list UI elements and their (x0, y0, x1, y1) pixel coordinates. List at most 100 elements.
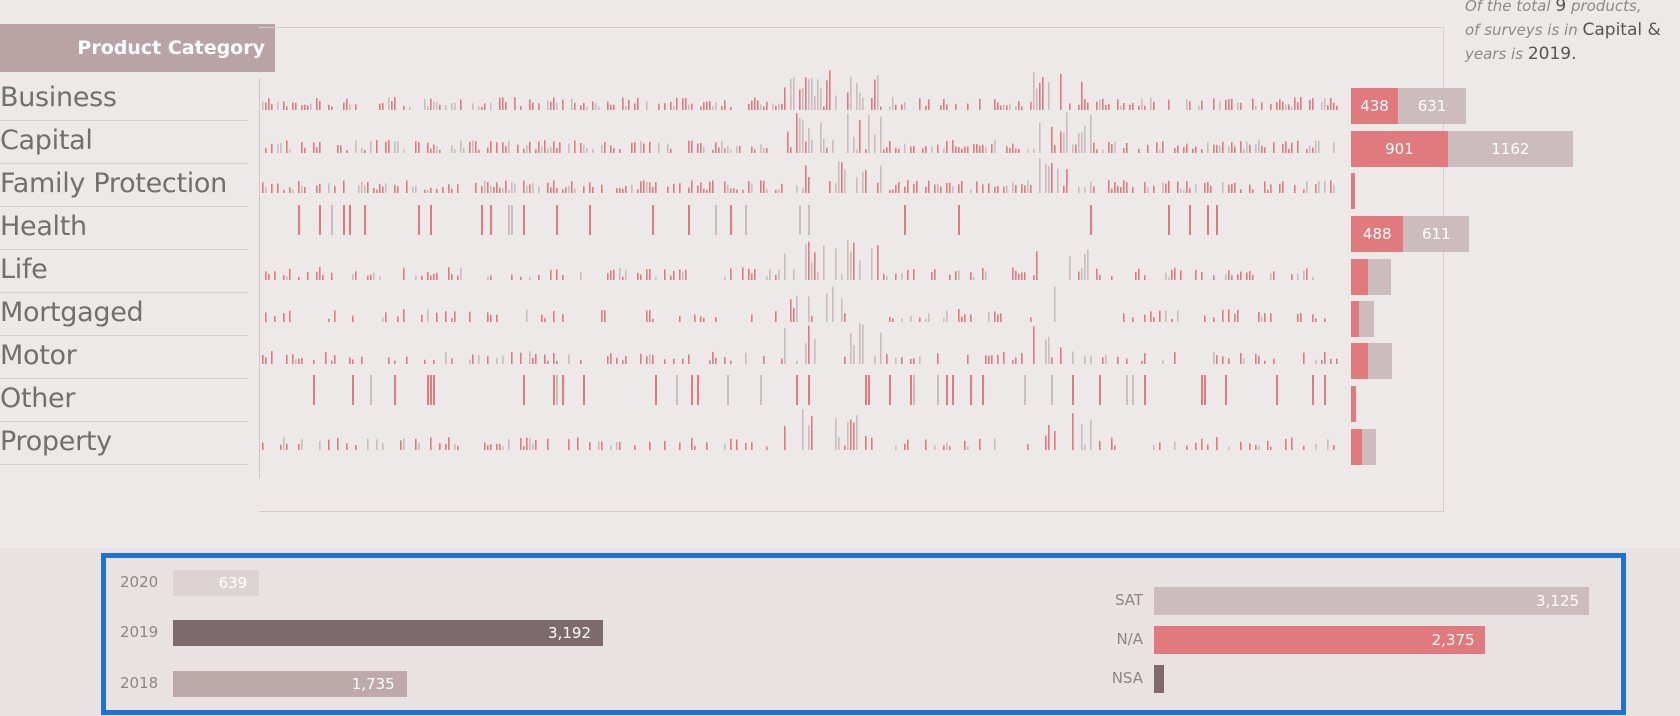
timeline-mark (343, 180, 345, 193)
category-item-mortgaged[interactable]: Mortgaged (0, 293, 248, 336)
timeline-mark (1099, 375, 1101, 405)
timeline-mark (592, 101, 594, 110)
timeline-mark (1165, 310, 1167, 322)
bar-segment-red[interactable] (1351, 343, 1368, 379)
timeline-mark (610, 145, 612, 153)
bar-segment-grey[interactable] (1367, 343, 1393, 379)
timeline-mark (1165, 272, 1167, 280)
bar-segment-red[interactable]: 488 (1351, 216, 1404, 252)
timeline-mark (352, 315, 354, 322)
category-item-family-protection[interactable]: Family Protection (0, 164, 248, 207)
bar-segment-red[interactable] (1351, 386, 1357, 422)
timeline-mark (1117, 99, 1119, 110)
bar-segment-grey[interactable]: 631 (1398, 88, 1466, 124)
stacked-bar-property[interactable] (1351, 429, 1376, 465)
stacked-bar-family-protection[interactable] (1351, 173, 1356, 209)
timeline-mark (715, 205, 717, 235)
timeline-mark (853, 242, 855, 280)
bar-segment-grey[interactable] (1361, 429, 1376, 465)
timeline-mark (262, 182, 264, 193)
category-item-property[interactable]: Property (0, 422, 248, 465)
timeline-mark (703, 102, 705, 110)
timeline-mark (979, 145, 981, 153)
stacked-bar-mortgaged[interactable] (1351, 301, 1375, 337)
category-item-other[interactable]: Other (0, 379, 248, 422)
timeline-mark (445, 311, 447, 322)
timeline-mark (844, 356, 846, 364)
timeline-mark (1330, 358, 1332, 364)
timeline-mark (736, 439, 738, 450)
bar-segment-grey[interactable]: 611 (1403, 216, 1470, 252)
timeline-mark (649, 310, 651, 322)
timeline-mark (454, 102, 456, 110)
timeline-mark (1072, 375, 1074, 405)
timeline-mark (391, 101, 393, 110)
product-category-title: Product Category (77, 37, 265, 59)
timeline-mark (886, 147, 888, 153)
timeline-mark (388, 140, 390, 153)
timeline-mark (1276, 102, 1278, 110)
category-item-motor[interactable]: Motor (0, 336, 248, 379)
timeline-mark (751, 183, 753, 193)
timeline-mark (784, 253, 786, 280)
timeline-mark (385, 141, 387, 153)
timeline-mark (1324, 318, 1326, 322)
timeline-mark (376, 140, 378, 153)
timeline-mark (1111, 437, 1113, 450)
timeline-mark (307, 272, 309, 280)
timeline-mark (430, 187, 432, 193)
timeline-mark (1054, 431, 1056, 450)
timeline-mark (808, 325, 810, 364)
timeline-mark (1048, 425, 1050, 450)
timeline-mark (910, 146, 912, 153)
timeline-mark (949, 446, 951, 450)
category-item-life[interactable]: Life (0, 250, 248, 293)
timeline-mark (1027, 444, 1029, 450)
timeline-mark (310, 103, 312, 110)
stacked-bar-health[interactable]: 488 611 (1351, 216, 1470, 252)
timeline-mark (427, 189, 429, 193)
bar-segment-grey[interactable] (1367, 259, 1391, 295)
category-item-health[interactable]: Health (0, 207, 248, 250)
timeline-mark (631, 142, 633, 153)
timeline-mark (700, 106, 702, 110)
timeline-mark (601, 310, 603, 322)
bar-segment-red[interactable] (1351, 173, 1356, 209)
timeline-mark (1234, 313, 1236, 322)
timeline-mark (700, 316, 702, 322)
timeline-mark (601, 144, 603, 153)
timeline-mark (1306, 149, 1308, 153)
timeline-mark (1042, 77, 1044, 110)
timeline-mark (1153, 185, 1155, 193)
timeline-mark (1297, 140, 1299, 153)
stacked-bar-life[interactable] (1351, 259, 1391, 295)
timeline-mark (1048, 336, 1050, 364)
stacked-bar-capital[interactable]: 901 1162 (1351, 131, 1573, 167)
timeline-mark (514, 97, 516, 110)
category-item-capital[interactable]: Capital (0, 121, 248, 164)
timeline-mark (415, 141, 417, 153)
timeline-mark (871, 248, 873, 280)
timeline-mark (1051, 375, 1053, 405)
stacked-bar-other[interactable] (1351, 386, 1357, 422)
bar-segment-red[interactable] (1351, 429, 1362, 465)
bar-segment-red[interactable] (1351, 259, 1368, 295)
timeline-mark (1201, 272, 1203, 280)
bar-segment-grey[interactable] (1359, 301, 1375, 337)
timeline-mark (580, 105, 582, 110)
timeline-mark (1009, 148, 1011, 153)
stacked-bar-business[interactable]: 438 631 (1351, 88, 1466, 124)
timeline-mark (736, 189, 738, 193)
timeline-mark (1303, 189, 1305, 193)
timeline-mark (1051, 126, 1053, 153)
bar-segment-red[interactable]: 901 (1351, 131, 1448, 167)
bar-segment-grey[interactable]: 1162 (1447, 131, 1573, 167)
timeline-mark (457, 184, 459, 193)
bar-segment-red[interactable] (1351, 301, 1360, 337)
timeline-mark (619, 268, 621, 280)
bar-segment-red[interactable]: 438 (1351, 88, 1399, 124)
timeline-mark (298, 358, 300, 364)
category-item-business[interactable]: Business (0, 78, 248, 121)
timeline-mark (988, 183, 990, 193)
stacked-bar-motor[interactable] (1351, 343, 1393, 379)
